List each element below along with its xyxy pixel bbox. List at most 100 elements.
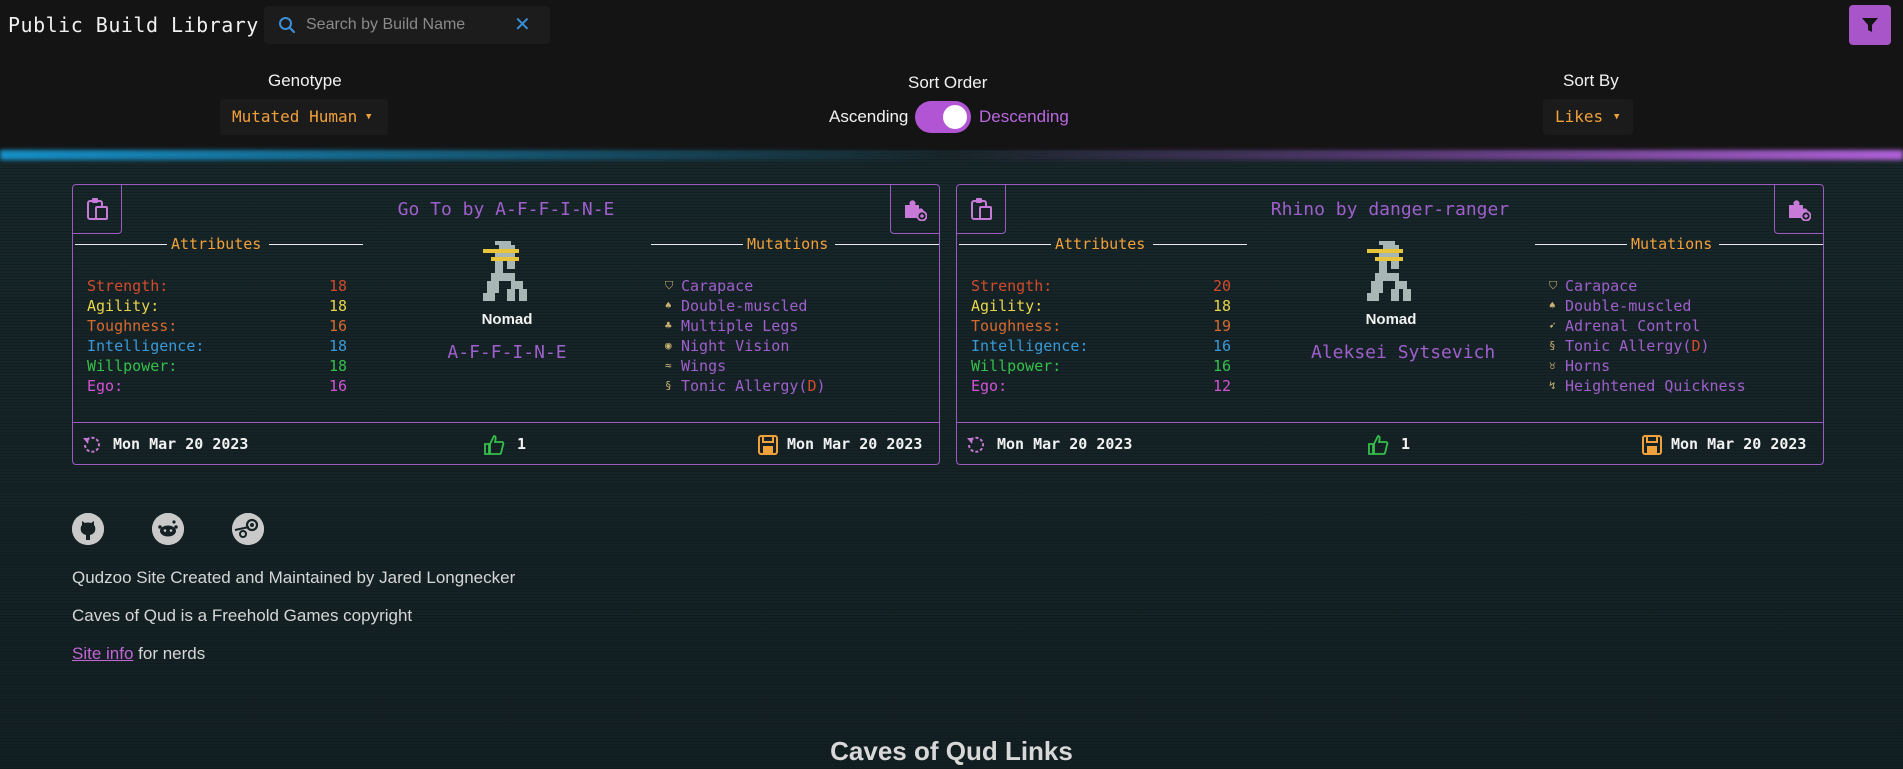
clipboard-icon	[87, 198, 108, 220]
mutation-item: ⛉ Carapace	[1549, 277, 1638, 295]
search-input[interactable]	[306, 14, 506, 36]
search-box[interactable]: ✕	[264, 6, 550, 44]
mutations-header: Mutations	[1535, 235, 1823, 255]
allergy-icon: §	[1549, 339, 1556, 352]
mutation-item: ↯ Heightened Quickness	[1549, 377, 1746, 395]
build-card[interactable]: Rhino by danger-ranger Attributes Mutati…	[956, 184, 1824, 465]
build-title: Go To by A-F-F-I-N-E	[397, 199, 615, 220]
sort-descending-label: Descending	[979, 107, 1069, 126]
shell-icon: ⛉	[1549, 279, 1558, 292]
mutations-list: ⛉ Carapace ♠ Double-muscled ➹ Adrenal Contr…	[1549, 276, 1746, 396]
thumbs-up-icon[interactable]	[483, 434, 505, 456]
filter-button[interactable]	[1849, 5, 1891, 45]
genotype-select[interactable]: Mutated Human ▼	[220, 99, 388, 135]
puzzle-button[interactable]	[890, 185, 939, 234]
class-name: Nomad	[1365, 311, 1417, 328]
save-icon	[758, 435, 778, 455]
puzzle-button[interactable]	[1774, 185, 1823, 234]
clipboard-icon	[971, 198, 992, 220]
save-icon	[1642, 435, 1662, 455]
attr-willpower: Willpower: 18	[87, 357, 347, 375]
copy-build-button[interactable]	[957, 185, 1006, 234]
created-date: Mon Mar 20 2023	[997, 435, 1133, 453]
eye-icon: ◉	[665, 339, 672, 352]
site-info-line: Site info for nerds	[72, 644, 205, 664]
reddit-icon[interactable]	[152, 513, 184, 545]
character-portrait: Nomad A-F-F-I-N-E	[427, 241, 587, 363]
site-info-link[interactable]: Site info	[72, 644, 133, 663]
mutation-item: ⛉ Carapace	[665, 277, 754, 295]
attr-ego: Ego: 16	[87, 377, 347, 395]
mutation-item: § Tonic Allergy(D)	[665, 377, 826, 395]
mutation-item: ➹ Adrenal Control	[1549, 317, 1701, 335]
mutation-item: ♠ Double-muscled	[1549, 297, 1692, 315]
author-name: Aleksei Sytsevich	[1311, 342, 1496, 363]
adrenal-icon: ➹	[1549, 319, 1556, 332]
build-title: Rhino by danger-ranger	[1270, 199, 1510, 220]
sort-ascending-label: Ascending	[829, 107, 909, 126]
sort-order-toggle[interactable]	[915, 101, 971, 133]
character-portrait: Nomad Aleksei Sytsevich	[1311, 241, 1496, 363]
like-count: 1	[517, 435, 527, 453]
defect-marker: D	[1691, 337, 1701, 355]
nomad-sprite-icon	[1367, 241, 1411, 301]
chevron-down-icon: ▼	[366, 112, 372, 122]
history-icon	[967, 436, 984, 453]
arm-icon: ♠	[665, 299, 672, 312]
like-count: 1	[1401, 435, 1411, 453]
site-info-suffix: for nerds	[133, 644, 206, 663]
attr-agility: Agility: 18	[87, 297, 347, 315]
puzzle-icon	[905, 200, 927, 221]
github-icon[interactable]	[72, 513, 104, 545]
history-icon	[83, 436, 100, 453]
quickness-icon: ↯	[1549, 379, 1556, 392]
attr-willpower: Willpower: 16	[971, 357, 1231, 375]
mutation-item: ♣ Multiple Legs	[665, 317, 799, 335]
copy-build-button[interactable]	[73, 185, 122, 234]
links-heading: Caves of Qud Links	[830, 736, 1073, 766]
card-footer: Mon Mar 20 2023 1 Mon Mar 20 2023	[73, 422, 939, 464]
clear-search-icon[interactable]: ✕	[514, 14, 531, 36]
updated-date: Mon Mar 20 2023	[1671, 435, 1807, 453]
legs-icon: ♣	[665, 319, 672, 332]
sort-by-select[interactable]: Likes ▼	[1543, 99, 1633, 135]
site-credit: Qudzoo Site Created and Maintained by Ja…	[72, 568, 516, 587]
created-date: Mon Mar 20 2023	[113, 435, 249, 453]
attr-strength: Strength: 18	[87, 277, 347, 295]
mutation-item: ◉ Night Vision	[665, 337, 790, 355]
sort-order-label: Sort Order	[908, 73, 988, 92]
shell-icon: ⛉	[665, 279, 674, 292]
wing-icon: ≈	[665, 359, 672, 372]
steam-icon[interactable]	[232, 513, 264, 545]
attr-agility: Agility: 18	[971, 297, 1231, 315]
updated-date: Mon Mar 20 2023	[787, 435, 923, 453]
mutation-item: ♠ Double-muscled	[665, 297, 808, 315]
attr-toughness: Toughness: 19	[971, 317, 1231, 335]
mutation-item: ♉ Horns	[1549, 357, 1611, 375]
puzzle-icon	[1789, 200, 1811, 221]
card-footer: Mon Mar 20 2023 1 Mon Mar 20 2023	[957, 422, 1823, 464]
thumbs-up-icon[interactable]	[1367, 434, 1389, 456]
sort-by-value: Likes	[1555, 107, 1604, 126]
search-icon	[279, 17, 296, 34]
horns-icon: ♉	[1549, 359, 1556, 372]
mutations-header: Mutations	[651, 235, 939, 255]
filter-icon	[1862, 18, 1878, 32]
defect-marker: D	[807, 377, 817, 395]
allergy-icon: §	[665, 379, 672, 392]
genotype-label: Genotype	[268, 71, 342, 90]
genotype-value: Mutated Human	[232, 107, 358, 126]
class-name: Nomad	[481, 311, 533, 328]
author-name: A-F-F-I-N-E	[447, 342, 567, 363]
mutation-item: ≈ Wings	[665, 357, 727, 375]
attr-toughness: Toughness: 16	[87, 317, 347, 335]
attr-intelligence: Intelligence: 16	[971, 337, 1231, 355]
sort-by-label: Sort By	[1563, 71, 1619, 90]
page-title: Public Build Library	[8, 13, 259, 37]
mutation-item: § Tonic Allergy(D)	[1549, 337, 1710, 355]
attr-ego: Ego: 12	[971, 377, 1231, 395]
top-bar-glow	[0, 150, 1903, 160]
arm-icon: ♠	[1549, 299, 1556, 312]
attributes-list: Strength: 18 Agility: 18 Toughness: 16 Inte…	[87, 276, 367, 400]
build-card[interactable]: Go To by A-F-F-I-N-E Attributes Mutation…	[72, 184, 940, 465]
